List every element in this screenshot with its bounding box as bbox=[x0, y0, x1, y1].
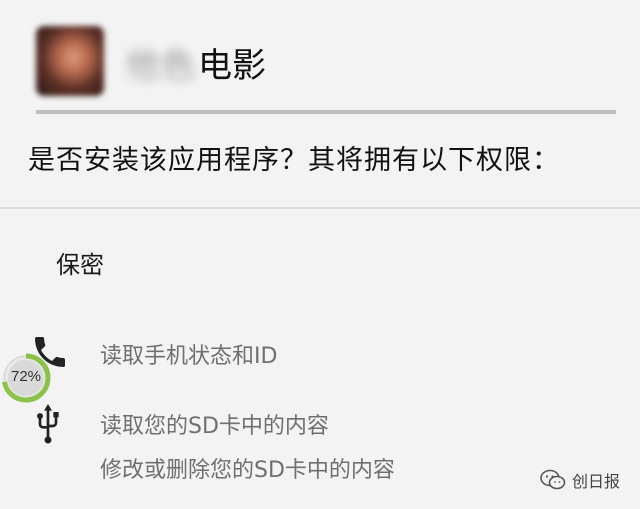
install-question: 是否安装该应用程序？其将拥有以下权限： bbox=[28, 145, 560, 176]
app-name: 他色 电影 bbox=[126, 40, 266, 86]
watermark-text: 创日报 bbox=[572, 472, 621, 491]
permission-text: 读取手机状态和ID bbox=[100, 344, 278, 369]
app-name-visible: 电影 bbox=[198, 45, 266, 86]
usb-icon bbox=[32, 404, 72, 444]
permission-text: 修改或删除您的SD卡中的内容 bbox=[100, 458, 395, 483]
progress-badge[interactable]: 72% bbox=[0, 352, 56, 408]
permission-section-title: 保密 bbox=[56, 251, 104, 279]
app-header: 他色 电影 bbox=[36, 26, 616, 114]
permission-text: 读取您的SD卡中的内容 bbox=[100, 414, 329, 439]
app-name-blurred: 他色 bbox=[126, 45, 196, 86]
install-permission-screen: 他色 电影 是否安装该应用程序？其将拥有以下权限： 保密 读取手机状态和ID 读… bbox=[0, 0, 640, 509]
app-icon bbox=[36, 26, 104, 96]
wechat-icon bbox=[540, 469, 566, 490]
watermark: 创日报 bbox=[540, 466, 620, 494]
section-divider bbox=[0, 207, 640, 209]
header-divider bbox=[36, 110, 616, 114]
progress-label: 72% bbox=[10, 368, 42, 385]
